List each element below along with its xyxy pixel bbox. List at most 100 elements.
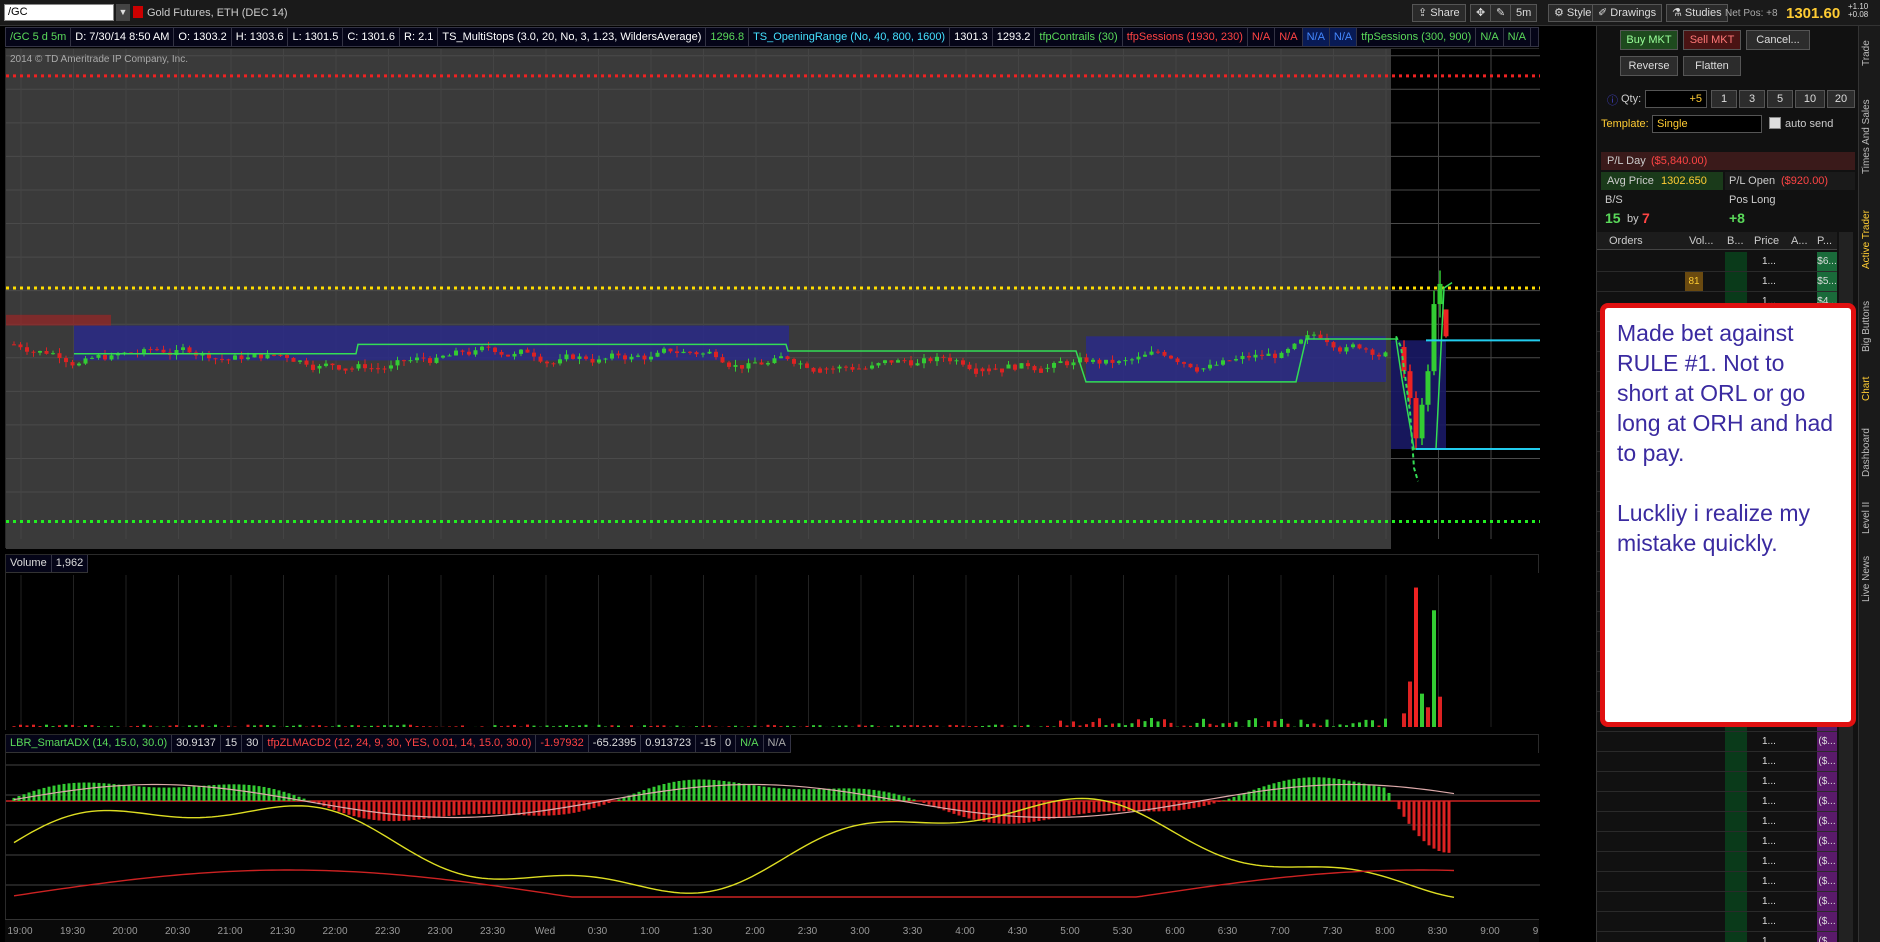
crosshair-tool-icon[interactable]: ✥ xyxy=(1470,4,1492,22)
col-volume[interactable]: Vol... xyxy=(1689,235,1713,247)
study-sessions-1[interactable]: tfpSessions (1930, 230) xyxy=(1123,28,1248,46)
ladder-row[interactable]: 1... ($... xyxy=(1597,912,1837,932)
ladder-row[interactable]: 1... $5... 81 xyxy=(1597,272,1837,292)
ladder-price-cell[interactable]: 1... xyxy=(1762,736,1776,747)
ladder-price-cell[interactable]: 1... xyxy=(1762,796,1776,807)
price-chart[interactable]: 1322.513201317.513151312.513101307.51305… xyxy=(5,48,1540,549)
net-position-label: Net Pos: +8 xyxy=(1725,8,1778,19)
ladder-row[interactable]: 1... ($... xyxy=(1597,792,1837,812)
candle-body xyxy=(493,347,497,353)
volume-chart[interactable]: Volume1,962 8,0006,0004,0002,000 xyxy=(5,554,1540,731)
ladder-bid-cell[interactable] xyxy=(1725,912,1747,931)
study-opening-range[interactable]: TS_OpeningRange (No, 40, 800, 1600) xyxy=(749,28,951,46)
ladder-bid-cell[interactable] xyxy=(1725,852,1747,871)
candle-body xyxy=(1091,359,1095,362)
pl-open-label: P/L Open xyxy=(1729,175,1776,187)
ladder-price-cell[interactable]: 1... xyxy=(1762,816,1776,827)
ladder-row[interactable]: 1... ($... xyxy=(1597,732,1837,752)
ladder-bid-cell[interactable] xyxy=(1725,272,1747,291)
tab-level-ii[interactable]: Level II xyxy=(1861,494,1879,542)
col-orders[interactable]: Orders xyxy=(1609,235,1643,247)
macd-label[interactable]: tfpZLMACD2 (12, 24, 9, 30, YES, 0.01, 14… xyxy=(263,735,537,752)
price-chart-canvas[interactable]: 1322.513201317.513151312.513101307.51305… xyxy=(6,49,1540,549)
style-button[interactable]: ⚙ Style xyxy=(1548,4,1598,22)
ladder-row[interactable]: 1... ($... xyxy=(1597,752,1837,772)
ladder-price-cell[interactable]: 1... xyxy=(1762,936,1776,942)
col-bid[interactable]: B... xyxy=(1727,235,1744,247)
ladder-price-cell[interactable]: 1... xyxy=(1762,756,1776,767)
candle-body xyxy=(597,359,601,363)
qty-preset-10[interactable]: 10 xyxy=(1795,90,1825,108)
ladder-price-cell[interactable]: 1... xyxy=(1762,896,1776,907)
ladder-bid-cell[interactable] xyxy=(1725,792,1747,811)
ladder-row[interactable]: 1... ($... xyxy=(1597,832,1837,852)
buy-market-button[interactable]: Buy MKT xyxy=(1620,30,1678,50)
ladder-row[interactable]: 1... ($... xyxy=(1597,852,1837,872)
qty-preset-5[interactable]: 5 xyxy=(1767,90,1793,108)
candle-body xyxy=(759,362,764,365)
drawing-tool-icon[interactable]: ✎ xyxy=(1490,4,1512,22)
col-price[interactable]: Price xyxy=(1754,235,1779,247)
ladder-row[interactable]: 1... ($... xyxy=(1597,872,1837,892)
study-multistops[interactable]: TS_MultiStops (3.0, 20, No, 3, 1.23, Wil… xyxy=(438,28,707,46)
symbol-dropdown-icon[interactable]: ▼ xyxy=(116,4,130,21)
volume-canvas[interactable]: 8,0006,0004,0002,000 xyxy=(6,555,1540,731)
tab-chart[interactable]: Chart xyxy=(1861,370,1879,408)
ladder-bid-cell[interactable] xyxy=(1725,892,1747,911)
tab-active-trader[interactable]: Active Trader xyxy=(1861,198,1879,282)
ladder-price-cell[interactable]: 1... xyxy=(1762,876,1776,887)
study-sessions-2[interactable]: tfpSessions (300, 900) xyxy=(1357,28,1477,46)
tab-times-and-sales[interactable]: Times And Sales xyxy=(1861,82,1879,192)
auto-send-checkbox[interactable] xyxy=(1769,117,1781,129)
ladder-bid-cell[interactable] xyxy=(1725,772,1747,791)
adx-label[interactable]: LBR_SmartADX (14, 15.0, 30.0) xyxy=(6,735,173,752)
flatten-button[interactable]: Flatten xyxy=(1683,56,1741,76)
ladder-price-cell[interactable]: 1... xyxy=(1762,856,1776,867)
qty-preset-3[interactable]: 3 xyxy=(1739,90,1765,108)
candle-body xyxy=(1208,364,1212,369)
col-pl[interactable]: P... xyxy=(1817,235,1832,247)
indicator-canvas[interactable]: 100%80%60%40%20% xyxy=(6,735,1540,920)
tab-live-news[interactable]: Live News xyxy=(1861,548,1879,610)
ladder-bid-cell[interactable] xyxy=(1725,252,1747,271)
indicator-chart[interactable]: LBR_SmartADX (14, 15.0, 30.0) 30.9137 15 30… xyxy=(5,734,1540,920)
ladder-price-cell[interactable]: 1... xyxy=(1762,776,1776,787)
candle-body xyxy=(90,357,94,359)
qty-input[interactable]: +5 xyxy=(1645,90,1707,108)
alert-flag-icon[interactable] xyxy=(133,6,143,18)
histogram-bar xyxy=(1342,779,1346,801)
ladder-bid-cell[interactable] xyxy=(1725,832,1747,851)
symbol-input[interactable]: /GC xyxy=(4,4,114,21)
ladder-bid-cell[interactable] xyxy=(1725,752,1747,771)
ladder-row[interactable]: 1... ($... xyxy=(1597,892,1837,912)
tab-big-buttons[interactable]: Big Buttons xyxy=(1861,288,1879,364)
qty-preset-1[interactable]: 1 xyxy=(1711,90,1737,108)
ladder-row[interactable]: 1... ($... xyxy=(1597,812,1837,832)
ladder-price-cell[interactable]: 1... xyxy=(1762,836,1776,847)
ladder-row[interactable]: 1... ($... xyxy=(1597,772,1837,792)
volume-bar xyxy=(1221,723,1225,727)
ladder-row[interactable]: 1... $6... xyxy=(1597,252,1837,272)
timeframe-button[interactable]: 5m xyxy=(1510,4,1538,22)
studies-button[interactable]: ⚗ Studies xyxy=(1666,4,1728,22)
ladder-price-cell[interactable]: 1... xyxy=(1762,256,1776,267)
ladder-row[interactable]: 1... ($... xyxy=(1597,932,1837,942)
drawings-button[interactable]: ✐ Drawings xyxy=(1592,4,1663,22)
reverse-button[interactable]: Reverse xyxy=(1620,56,1678,76)
volume-bar xyxy=(207,726,211,727)
share-button[interactable]: ⇪ Share xyxy=(1412,4,1466,22)
ladder-price-cell[interactable]: 1... xyxy=(1762,916,1776,927)
qty-preset-20[interactable]: 20 xyxy=(1827,90,1855,108)
col-ask[interactable]: A... xyxy=(1791,235,1808,247)
ladder-bid-cell[interactable] xyxy=(1725,812,1747,831)
tab-dashboard[interactable]: Dashboard xyxy=(1861,418,1879,488)
ladder-price-cell[interactable]: 1... xyxy=(1762,276,1776,287)
tab-trade[interactable]: Trade xyxy=(1861,32,1879,74)
ladder-bid-cell[interactable] xyxy=(1725,732,1747,751)
ladder-bid-cell[interactable] xyxy=(1725,872,1747,891)
cancel-orders-button[interactable]: Cancel... xyxy=(1746,30,1810,50)
study-contrails[interactable]: tfpContrails (30) xyxy=(1035,28,1123,46)
sell-market-button[interactable]: Sell MKT xyxy=(1683,30,1741,50)
template-select[interactable]: Single xyxy=(1652,115,1762,133)
ladder-bid-cell[interactable] xyxy=(1725,932,1747,942)
